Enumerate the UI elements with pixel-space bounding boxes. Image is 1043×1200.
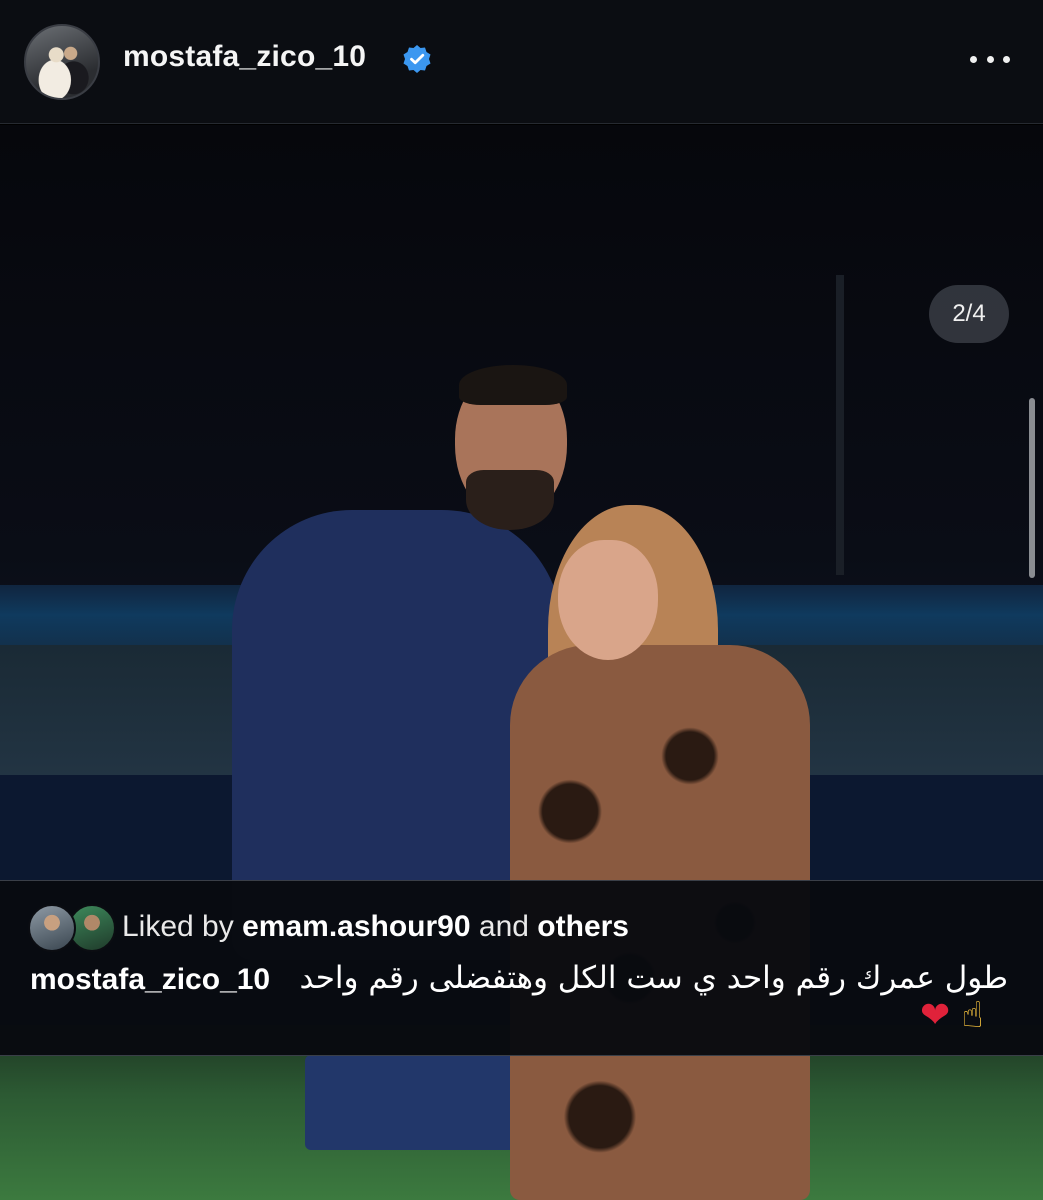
- slide-counter: 2/4: [929, 285, 1009, 343]
- profile-avatar[interactable]: [24, 24, 100, 100]
- likes-prefix: Liked by: [122, 910, 234, 943]
- dot-icon: [986, 55, 994, 63]
- floodlight-pole: [836, 275, 844, 575]
- dot-icon: [970, 55, 977, 63]
- heart-icon: ❤: [920, 995, 951, 1036]
- more-options-icon[interactable]: [970, 44, 1010, 74]
- woman-face: [558, 540, 658, 660]
- liker-avatar: [28, 904, 76, 952]
- likes-user-link[interactable]: emam.ashour90: [242, 910, 470, 943]
- dot-icon: [1003, 55, 1010, 63]
- likes-summary[interactable]: Liked by emam.ashour90 and others: [122, 910, 629, 944]
- player-shorts: [305, 1055, 535, 1150]
- liker-avatars[interactable]: [28, 904, 118, 952]
- pointing-up-icon: ☝: [961, 995, 984, 1036]
- post-username[interactable]: mostafa_zico_10: [123, 40, 366, 74]
- scrollbar[interactable]: [1029, 398, 1035, 578]
- caption-username[interactable]: mostafa_zico_10: [30, 963, 270, 997]
- caption-emoji: ❤ ☝: [920, 995, 984, 1036]
- caption-text: طول عمرك رقم واحد ي ست الكل وهتفضلى رقم …: [299, 960, 1008, 996]
- player-hair: [459, 365, 567, 405]
- verified-badge-icon: [403, 45, 431, 73]
- player-beard: [466, 470, 554, 530]
- likes-and: and: [478, 910, 529, 943]
- likes-others-link[interactable]: others: [537, 910, 629, 943]
- post-header: mostafa_zico_10: [0, 0, 1043, 124]
